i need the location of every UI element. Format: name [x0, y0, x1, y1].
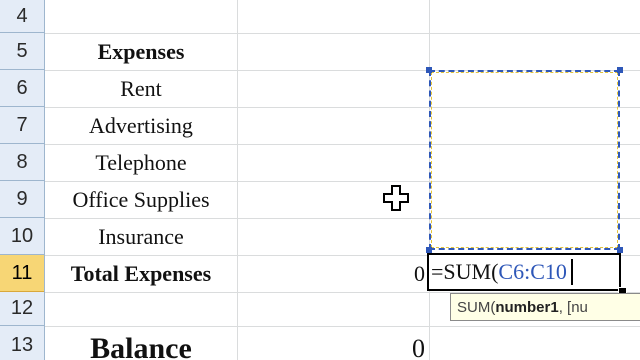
cell-insurance-label[interactable]: Insurance — [45, 218, 237, 255]
row-header-6[interactable]: 6 — [0, 70, 44, 107]
function-argument-tooltip[interactable]: SUM(number1, [nu — [450, 293, 640, 321]
formula-edit-cell[interactable]: =SUM(C6:C10 — [427, 253, 621, 291]
row-header-8[interactable]: 8 — [0, 144, 44, 181]
move-cursor-icon — [383, 185, 409, 211]
range-handle-top-left[interactable] — [426, 67, 432, 73]
row-header-9[interactable]: 9 — [0, 181, 44, 218]
row-header-5[interactable]: 5 — [0, 33, 44, 70]
row-header-4[interactable]: 4 — [0, 0, 44, 33]
marquee-inner-border — [431, 72, 618, 248]
column-gridline — [237, 0, 238, 360]
formula-range-reference: C6:C10 — [498, 259, 567, 284]
cell-balance-label[interactable]: Balance — [45, 326, 237, 360]
cell-total-expenses-value[interactable]: 0 — [238, 255, 429, 292]
cell-expenses-header[interactable]: Expenses — [45, 33, 237, 70]
row-header-7[interactable]: 7 — [0, 107, 44, 144]
tooltip-remaining-args: , [nu — [558, 298, 588, 316]
cell-office-supplies-label[interactable]: Office Supplies — [45, 181, 237, 218]
row-header-10[interactable]: 10 — [0, 218, 44, 255]
cell-rent-label[interactable]: Rent — [45, 70, 237, 107]
row-header-13[interactable]: 13 — [0, 326, 44, 360]
formula-prefix: =SUM( — [431, 259, 499, 284]
cell-advertising-label[interactable]: Advertising — [45, 107, 237, 144]
row-header-12[interactable]: 12 — [0, 292, 44, 326]
cell-total-expenses-label[interactable]: Total Expenses — [45, 255, 237, 292]
spreadsheet-grid[interactable]: 4 5 6 7 8 9 10 11 12 13 Expenses Rent Ad… — [0, 0, 640, 360]
range-handle-top-right[interactable] — [617, 67, 623, 73]
row-header-11[interactable]: 11 — [0, 255, 44, 292]
text-caret — [570, 259, 573, 285]
cell-telephone-label[interactable]: Telephone — [45, 144, 237, 181]
cell-balance-value[interactable]: 0 — [238, 326, 429, 360]
tooltip-function-name: SUM( — [457, 298, 496, 316]
range-selection-marquee[interactable] — [429, 70, 620, 250]
tooltip-current-argument: number1 — [495, 298, 559, 316]
